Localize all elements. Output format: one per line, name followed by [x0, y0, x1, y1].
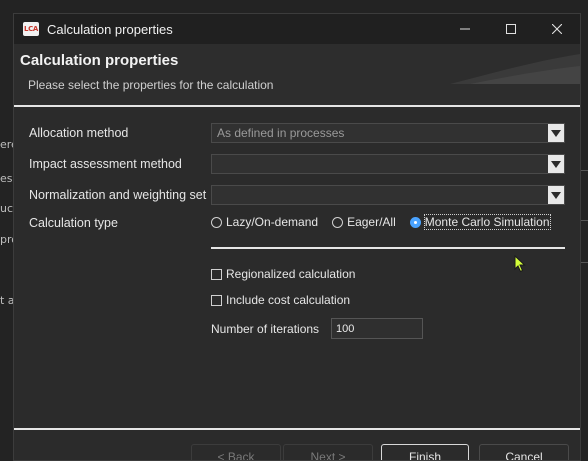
page-subtitle: Please select the properties for the cal…	[28, 78, 274, 92]
maximize-icon	[506, 24, 516, 34]
minimize-icon	[460, 28, 470, 30]
calculation-type-label: Calculation type	[29, 216, 118, 230]
close-icon	[552, 24, 562, 34]
dropdown-arrow-icon[interactable]	[548, 186, 564, 204]
back-button[interactable]: < Back	[191, 444, 281, 460]
wizard-banner: Calculation properties Please select the…	[14, 44, 580, 106]
window-title: Calculation properties	[47, 21, 173, 37]
normalization-weighting-select[interactable]	[211, 185, 565, 205]
radio-button-icon[interactable]	[332, 216, 344, 228]
iterations-input[interactable]	[331, 318, 423, 339]
finish-button[interactable]: Finish	[381, 444, 469, 460]
app-logo-icon: LCA	[23, 22, 39, 36]
radio-label[interactable]: Eager/All	[347, 215, 396, 229]
radio-eager-all[interactable]: Eager/All	[332, 215, 396, 229]
regionalized-checkbox[interactable]: Regionalized calculation	[211, 267, 355, 281]
calculation-properties-dialog: LCA Calculation properties Calculation p…	[13, 13, 581, 461]
header-separator	[14, 105, 580, 107]
calculation-type-group: Lazy/On-demand Eager/All Monte Carlo Sim…	[211, 214, 564, 230]
impact-assessment-select[interactable]	[211, 154, 565, 174]
radio-monte-carlo[interactable]: Monte Carlo Simulation	[409, 214, 551, 230]
radio-button-icon[interactable]	[211, 216, 222, 228]
banner-decoration	[450, 54, 580, 84]
radio-button-selected-icon[interactable]	[409, 216, 421, 228]
title-bar[interactable]: LCA Calculation properties	[14, 14, 580, 44]
cancel-button[interactable]: Cancel	[479, 444, 569, 460]
allocation-method-label: Allocation method	[29, 126, 129, 140]
normalization-weighting-label: Normalization and weighting set	[29, 188, 207, 202]
radio-label[interactable]: Monte Carlo Simulation	[423, 214, 551, 230]
dropdown-arrow-icon[interactable]	[548, 124, 564, 142]
mouse-cursor-icon	[514, 255, 526, 273]
regionalized-label[interactable]: Regionalized calculation	[226, 267, 355, 281]
radio-lazy-on-demand[interactable]: Lazy/On-demand	[211, 215, 318, 229]
cost-calculation-label[interactable]: Include cost calculation	[226, 293, 350, 307]
iterations-label: Number of iterations	[211, 322, 320, 336]
next-button[interactable]: Next >	[283, 444, 373, 460]
dropdown-arrow-icon[interactable]	[548, 155, 564, 173]
maximize-button[interactable]	[488, 14, 534, 44]
close-button[interactable]	[534, 14, 580, 44]
footer-separator	[14, 428, 580, 430]
page-title: Calculation properties	[20, 52, 179, 69]
minimize-button[interactable]	[442, 14, 488, 44]
cost-calculation-checkbox[interactable]: Include cost calculation	[211, 293, 350, 307]
impact-assessment-label: Impact assessment method	[29, 157, 182, 171]
radio-label[interactable]: Lazy/On-demand	[226, 215, 318, 229]
checkbox-icon[interactable]	[211, 294, 222, 306]
allocation-method-value: As defined in processes	[217, 126, 345, 140]
allocation-method-select[interactable]: As defined in processes	[211, 123, 565, 143]
options-separator	[211, 247, 565, 249]
checkbox-icon[interactable]	[211, 268, 222, 280]
